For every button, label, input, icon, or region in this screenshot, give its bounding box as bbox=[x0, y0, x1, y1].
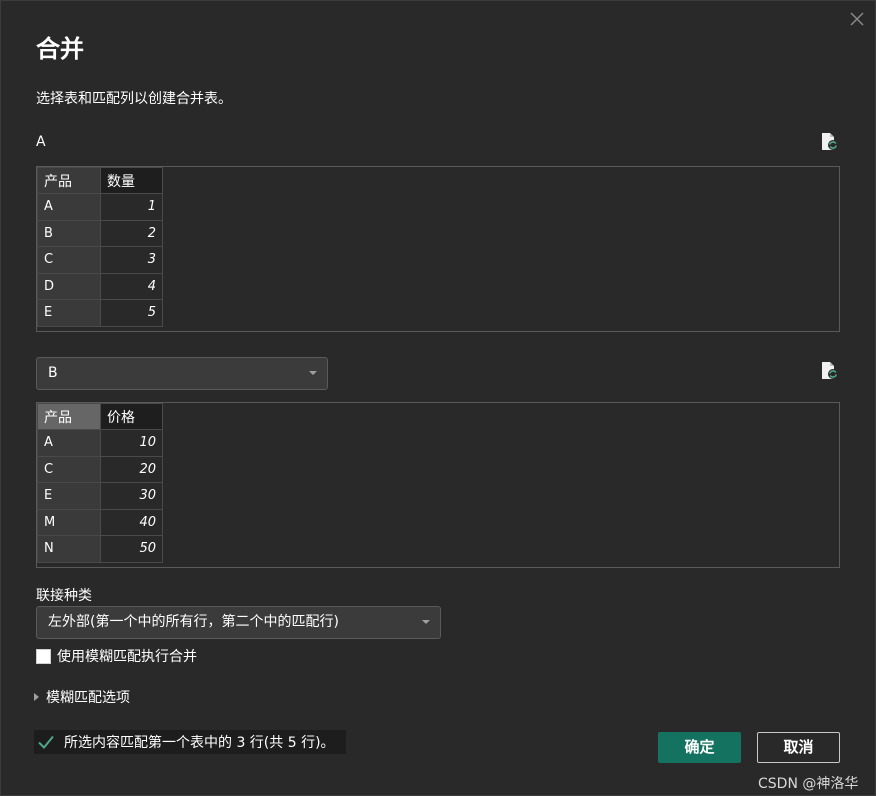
table-cell: N bbox=[37, 535, 101, 563]
table-header-row: 产品 价格 bbox=[37, 403, 163, 430]
column-header-product[interactable]: 产品 bbox=[37, 167, 101, 194]
table-cell: 50 bbox=[100, 535, 163, 563]
table-row: C 3 bbox=[37, 246, 163, 274]
fuzzy-match-checkbox[interactable] bbox=[36, 648, 51, 664]
ok-button[interactable]: 确定 bbox=[658, 732, 741, 763]
table-row: N 50 bbox=[37, 535, 163, 563]
table-row: A 1 bbox=[37, 193, 163, 221]
merge-dialog: 合并 选择表和匹配列以创建合并表。 A 产品 数量 A 1 B 2 C 3 D … bbox=[0, 0, 876, 796]
table-cell: B bbox=[37, 219, 101, 247]
document-refresh-icon[interactable] bbox=[820, 132, 840, 152]
cancel-button[interactable]: 取消 bbox=[757, 732, 840, 763]
table-cell: 30 bbox=[100, 482, 163, 510]
table-b-select[interactable]: B bbox=[36, 357, 328, 390]
checkmark-icon bbox=[38, 735, 54, 749]
fuzzy-match-label[interactable]: 使用模糊匹配执行合并 bbox=[57, 646, 197, 666]
table-row: E 5 bbox=[37, 299, 163, 327]
table-row: M 40 bbox=[37, 508, 163, 536]
close-icon bbox=[850, 12, 864, 26]
table-cell: E bbox=[37, 482, 101, 510]
join-kind-select[interactable]: 左外部(第一个中的所有行，第二个中的匹配行) bbox=[36, 606, 441, 639]
chevron-right-icon bbox=[34, 693, 39, 701]
fuzzy-options-label: 模糊匹配选项 bbox=[46, 690, 130, 706]
join-kind-label: 联接种类 bbox=[36, 588, 92, 604]
table-cell: 4 bbox=[100, 272, 163, 300]
match-status-text: 所选内容匹配第一个表中的 3 行(共 5 行)。 bbox=[64, 735, 335, 751]
dialog-title: 合并 bbox=[36, 35, 84, 63]
document-refresh-icon[interactable] bbox=[820, 361, 840, 381]
table-cell: A bbox=[37, 193, 101, 221]
table-a: 产品 数量 A 1 B 2 C 3 D 4 E 5 bbox=[37, 167, 163, 327]
close-button[interactable] bbox=[847, 9, 867, 29]
join-kind-select-value: 左外部(第一个中的所有行，第二个中的匹配行) bbox=[48, 614, 339, 630]
table-cell: A bbox=[37, 429, 101, 457]
chevron-down-icon bbox=[422, 620, 430, 624]
table-cell: E bbox=[37, 299, 101, 327]
table-b-select-value: B bbox=[48, 365, 58, 381]
table-header-row: 产品 数量 bbox=[37, 167, 163, 194]
table-cell: C bbox=[37, 455, 101, 483]
match-status: 所选内容匹配第一个表中的 3 行(共 5 行)。 bbox=[34, 730, 346, 754]
table-row: D 4 bbox=[37, 272, 163, 300]
table-row: E 30 bbox=[37, 482, 163, 510]
table-cell: 3 bbox=[100, 246, 163, 274]
table-row: C 20 bbox=[37, 455, 163, 483]
table-cell: 1 bbox=[100, 193, 163, 221]
table-cell: M bbox=[37, 508, 101, 536]
table-row: A 10 bbox=[37, 429, 163, 457]
table-cell: 40 bbox=[100, 508, 163, 536]
table-b-preview: 产品 价格 A 10 C 20 E 30 M 40 N 50 bbox=[36, 402, 840, 568]
table-a-label: A bbox=[36, 134, 46, 150]
fuzzy-match-row: 使用模糊匹配执行合并 bbox=[36, 646, 197, 666]
table-cell: 5 bbox=[100, 299, 163, 327]
column-header-product[interactable]: 产品 bbox=[37, 403, 101, 430]
fuzzy-options-toggle[interactable]: 模糊匹配选项 bbox=[34, 687, 130, 707]
column-header-quantity[interactable]: 数量 bbox=[100, 167, 163, 194]
table-cell: 2 bbox=[100, 219, 163, 247]
table-cell: 10 bbox=[100, 429, 163, 457]
watermark: CSDN @神洛华 bbox=[758, 776, 859, 792]
table-b: 产品 价格 A 10 C 20 E 30 M 40 N 50 bbox=[37, 403, 163, 563]
table-a-preview: 产品 数量 A 1 B 2 C 3 D 4 E 5 bbox=[36, 166, 840, 332]
table-cell: 20 bbox=[100, 455, 163, 483]
table-cell: C bbox=[37, 246, 101, 274]
column-header-price[interactable]: 价格 bbox=[100, 403, 163, 430]
chevron-down-icon bbox=[309, 371, 317, 375]
dialog-subtitle: 选择表和匹配列以创建合并表。 bbox=[36, 91, 232, 107]
table-cell: D bbox=[37, 272, 101, 300]
table-row: B 2 bbox=[37, 219, 163, 247]
